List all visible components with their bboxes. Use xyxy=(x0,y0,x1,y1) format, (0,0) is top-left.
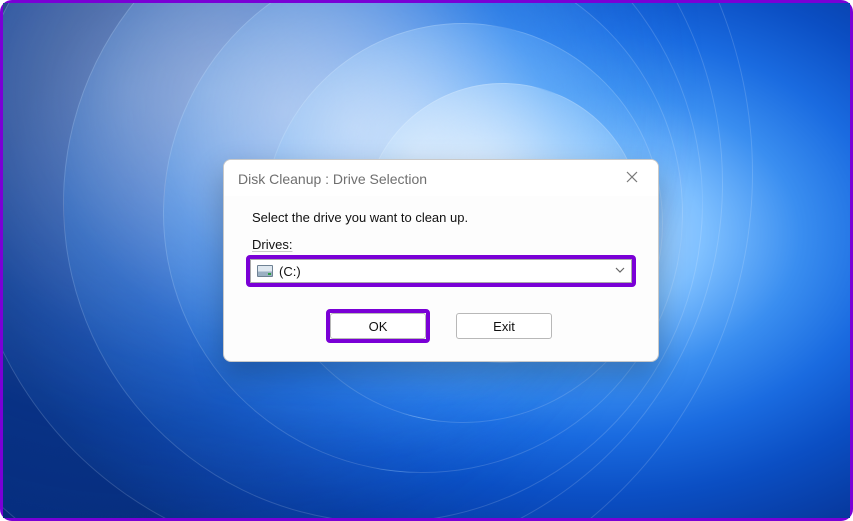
drives-dropdown-value: (C:) xyxy=(279,264,615,279)
drives-dropdown[interactable]: (C:) xyxy=(250,259,632,283)
drives-label: Drives: xyxy=(246,237,636,252)
dialog-body: Select the drive you want to clean up. D… xyxy=(224,196,658,295)
ok-button-highlight: OK xyxy=(326,309,430,343)
close-button[interactable] xyxy=(618,168,646,190)
instruction-text: Select the drive you want to clean up. xyxy=(246,210,636,225)
disk-cleanup-dialog: Disk Cleanup : Drive Selection Select th… xyxy=(223,159,659,362)
exit-button-wrap: Exit xyxy=(452,309,556,343)
ok-button[interactable]: OK xyxy=(330,313,426,339)
chevron-down-icon xyxy=(615,262,625,280)
dialog-title: Disk Cleanup : Drive Selection xyxy=(238,171,427,187)
exit-button[interactable]: Exit xyxy=(456,313,552,339)
drives-dropdown-highlight: (C:) xyxy=(246,255,636,287)
drive-icon xyxy=(257,265,273,277)
titlebar[interactable]: Disk Cleanup : Drive Selection xyxy=(224,160,658,196)
dialog-button-row: OK Exit xyxy=(224,295,658,361)
close-icon xyxy=(626,170,638,188)
